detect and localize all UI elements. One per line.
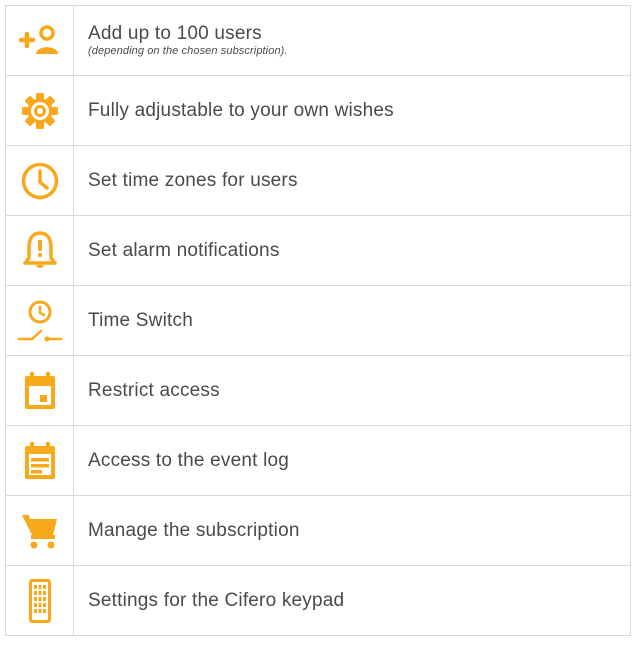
features-table: Add up to 100 users (depending on the ch… — [5, 5, 631, 636]
feature-text-cell: Settings for the Cifero keypad — [73, 565, 631, 636]
feature-icon-cell — [5, 75, 74, 146]
feature-icon-cell — [5, 145, 74, 216]
feature-text-cell: Time Switch — [73, 285, 631, 356]
feature-label: Restrict access — [88, 379, 220, 401]
clock-icon — [21, 162, 58, 199]
feature-icon-cell — [5, 495, 74, 566]
feature-text-cell: Set alarm notifications — [73, 215, 631, 286]
feature-row-subscription: Manage the subscription — [5, 495, 631, 566]
feature-text-cell: Fully adjustable to your own wishes — [73, 75, 631, 146]
feature-icon-cell — [5, 5, 74, 76]
feature-row-time-switch: Time Switch — [5, 285, 631, 356]
feature-label: Manage the subscription — [88, 519, 300, 541]
feature-icon-cell — [5, 565, 74, 636]
feature-icon-cell — [5, 285, 74, 356]
feature-label: Settings for the Cifero keypad — [88, 589, 345, 611]
feature-label: Time Switch — [88, 309, 193, 331]
add-user-icon — [18, 24, 58, 54]
feature-note: (depending on the chosen subscription). — [88, 45, 288, 57]
feature-text-cell: Add up to 100 users (depending on the ch… — [73, 5, 631, 76]
feature-row-time-zones: Set time zones for users — [5, 145, 631, 216]
feature-label: Set time zones for users — [88, 169, 298, 191]
feature-label: Set alarm notifications — [88, 239, 280, 261]
feature-text-cell: Access to the event log — [73, 425, 631, 496]
cart-icon — [21, 514, 57, 548]
feature-text-cell: Set time zones for users — [73, 145, 631, 216]
feature-text-cell: Restrict access — [73, 355, 631, 426]
feature-row-add-users: Add up to 100 users (depending on the ch… — [5, 5, 631, 76]
feature-row-keypad: Settings for the Cifero keypad — [5, 565, 631, 636]
feature-icon-cell — [5, 355, 74, 426]
feature-row-alarm: Set alarm notifications — [5, 215, 631, 286]
feature-label: Access to the event log — [88, 449, 290, 471]
feature-text-cell: Manage the subscription — [73, 495, 631, 566]
bell-alert-icon — [22, 230, 57, 268]
event-log-icon — [24, 441, 55, 479]
calendar-icon — [24, 371, 55, 409]
feature-label: Add up to 100 users — [88, 23, 262, 44]
feature-icon-cell — [5, 215, 74, 286]
keypad-icon — [28, 578, 51, 623]
feature-label: Fully adjustable to your own wishes — [88, 99, 394, 121]
gear-icon — [21, 92, 58, 129]
feature-icon-cell — [5, 425, 74, 496]
feature-row-adjustable: Fully adjustable to your own wishes — [5, 75, 631, 146]
time-switch-icon — [17, 300, 62, 341]
feature-row-event-log: Access to the event log — [5, 425, 631, 496]
feature-row-restrict-access: Restrict access — [5, 355, 631, 426]
